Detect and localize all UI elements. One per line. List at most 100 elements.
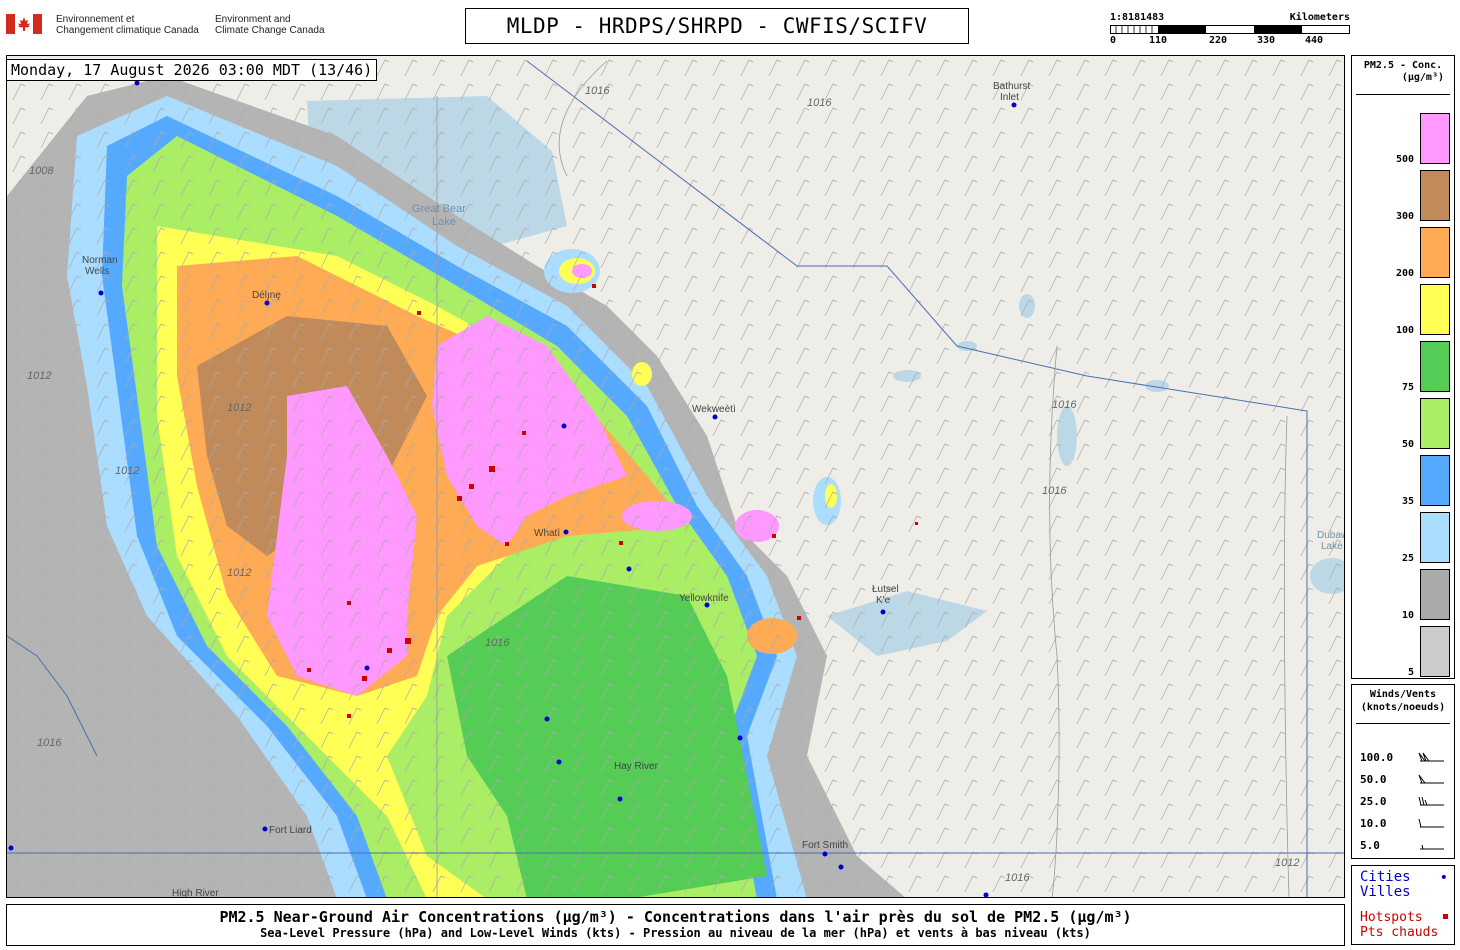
isobar-label: 1016: [1052, 399, 1077, 411]
wind-barb-50-icon: [1418, 774, 1444, 784]
wind-row-label: 5.0: [1360, 839, 1380, 852]
svg-text:DubawntLake: DubawntLake: [1317, 530, 1345, 552]
scale-ticks: 0 110 220 330 440: [1110, 35, 1350, 47]
wind-legend-title: Winds/Vents (knots/noeuds): [1352, 688, 1454, 714]
place-label-hay-river: Hay River: [614, 761, 659, 772]
hotspots-label-en: Hotspots: [1360, 910, 1423, 925]
wind-barb-100-icon: [1418, 752, 1444, 762]
gov-fr-line-1: Environnement et: [56, 14, 135, 25]
place-label-dubawnt-2: Lake: [1321, 541, 1343, 552]
wind-title-line-2: (knots/noeuds): [1360, 702, 1446, 713]
isobar-label: 1016: [485, 637, 510, 649]
scale-bar: 1:8181483 Kilometers 0 110 220 330 440: [1110, 12, 1350, 47]
legend-bin-label: 50: [1401, 439, 1414, 450]
isobar-label: 1016: [37, 737, 62, 749]
wind-legend: Winds/Vents (knots/noeuds) 100.0 50.0 25…: [1351, 684, 1455, 859]
place-label-fort-liard: Fort Liard: [269, 825, 312, 836]
wind-barb-5-icon: [1420, 844, 1444, 850]
isobar-label: 1012: [115, 465, 139, 477]
wind-title-line-1: Winds/Vents: [1369, 689, 1437, 700]
legend-bin-label: 35: [1401, 496, 1414, 507]
isobar-label: 1008: [29, 165, 54, 177]
legend-bin-label: 25: [1401, 553, 1414, 564]
place-label-norman: Norman: [82, 255, 118, 266]
legend-title: PM2.5 - Conc. (µg/m³): [1352, 60, 1454, 84]
scale-bar-graphic: [1110, 25, 1350, 34]
legend-swatch: [1420, 284, 1450, 335]
scale-ratio: 1:8181483: [1110, 12, 1165, 23]
place-label-great-bear: Great Bear: [412, 203, 466, 215]
isobar-label: 1016: [807, 97, 832, 109]
place-label-yellowknife: Yellowknife: [679, 593, 729, 604]
place-label-norman-2: Wells: [85, 266, 109, 277]
place-label-dubawnt: Dubawnt: [1317, 530, 1345, 541]
legend-bin-label: 300: [1395, 211, 1414, 222]
legend-title-line-1: PM2.5 - Conc.: [1363, 60, 1443, 71]
cities-legend: Cities Villes: [1360, 870, 1411, 900]
place-label-lutsel-2: K'e: [876, 595, 891, 606]
isobar-label: 1012: [1275, 857, 1299, 869]
legend-swatch: [1420, 341, 1450, 392]
legend-bin-label: 5: [1407, 667, 1414, 678]
wind-row-label: 10.0: [1360, 817, 1387, 830]
legend-swatch: [1420, 626, 1450, 677]
place-label-lutsel: Łutsel: [872, 584, 899, 595]
map-caption: PM2.5 Near-Ground Air Concentrations (µg…: [6, 904, 1345, 946]
legend-swatch: [1420, 569, 1450, 620]
gov-name-en: Environment and Climate Change Canada: [215, 14, 325, 36]
caption-line-2: Sea-Level Pressure (hPa) and Low-Level W…: [260, 926, 1091, 940]
isobar-label: 1016: [1042, 485, 1067, 497]
scale-unit: Kilometers: [1289, 12, 1350, 23]
legend-swatch: [1420, 227, 1450, 278]
legend-title-line-2: (µg/m³): [1401, 72, 1444, 83]
wind-barb-10-icon: [1418, 818, 1444, 828]
canada-flag-icon: [6, 14, 42, 34]
hotspot-square-icon: [1443, 914, 1448, 919]
isobar-label: 1016: [585, 85, 610, 97]
wind-row-label: 50.0: [1360, 773, 1387, 786]
marker-legend: Cities Villes • Hotspots Pts chauds: [1351, 865, 1455, 945]
legend-bin-label: 200: [1395, 268, 1414, 279]
place-label-high-river: High River: [172, 888, 219, 898]
page-title: MLDP - HRDPS/SHRPD - CWFIS/SCIFV: [465, 8, 969, 44]
legend-swatch: [1420, 170, 1450, 221]
wind-row-label: 100.0: [1360, 751, 1394, 764]
cities-label-en: Cities: [1360, 869, 1411, 885]
legend-swatch: [1420, 113, 1450, 164]
wind-barb-25-icon: [1418, 796, 1444, 806]
legend-bin-label: 500: [1395, 154, 1414, 165]
isobar-label: 1012: [27, 370, 51, 382]
hotspots-legend: Hotspots Pts chauds: [1360, 910, 1438, 940]
hotspots-label-fr: Pts chauds: [1360, 925, 1439, 940]
government-logo: [6, 14, 42, 38]
map-canvas[interactable]: 1016 1016 1016 1016 1016 1012 1012 1012 …: [7, 56, 1345, 898]
wind-divider: [1356, 723, 1450, 724]
cities-label-fr: Villes: [1360, 884, 1411, 900]
forecast-timestamp: Monday, 17 August 2026 03:00 MDT (13/46): [6, 59, 378, 81]
legend-bin-label: 75: [1401, 382, 1414, 393]
gov-fr-line-2: Changement climatique Canada: [56, 25, 199, 36]
legend-swatch: [1420, 512, 1450, 563]
place-label-whati: Whatì: [534, 528, 560, 539]
place-label-fort-smith: Fort Smith: [802, 840, 848, 851]
legend-bin-label: 100: [1395, 325, 1414, 336]
isobar-label: 1016: [1005, 872, 1030, 884]
wind-row-label: 25.0: [1360, 795, 1387, 808]
legend-swatch: [1420, 455, 1450, 506]
isobar-label: 1012: [227, 402, 251, 414]
isobar-label: 1012: [227, 567, 251, 579]
place-label-great-bear-2: Lake: [432, 216, 456, 228]
gov-name-fr: Environnement et Changement climatique C…: [56, 14, 199, 36]
caption-line-1: PM2.5 Near-Ground Air Concentrations (µg…: [219, 908, 1132, 926]
place-label-deline: Délı̨nę: [252, 290, 281, 301]
scale-tick: 440: [1304, 35, 1324, 46]
legend-swatch: [1420, 398, 1450, 449]
gov-en-line-1: Environment and: [215, 14, 291, 25]
legend-bin-label: 10: [1401, 610, 1414, 621]
map-panel[interactable]: 1016 1016 1016 1016 1016 1012 1012 1012 …: [6, 55, 1345, 898]
concentration-legend: PM2.5 - Conc. (µg/m³) 500 300 200 100 75 50 35…: [1351, 55, 1455, 679]
gov-en-line-2: Climate Change Canada: [215, 25, 325, 36]
place-label-bathurst: Bathurst: [993, 81, 1030, 92]
legend-divider: [1356, 94, 1450, 95]
wind-barbs: [7, 56, 1344, 897]
